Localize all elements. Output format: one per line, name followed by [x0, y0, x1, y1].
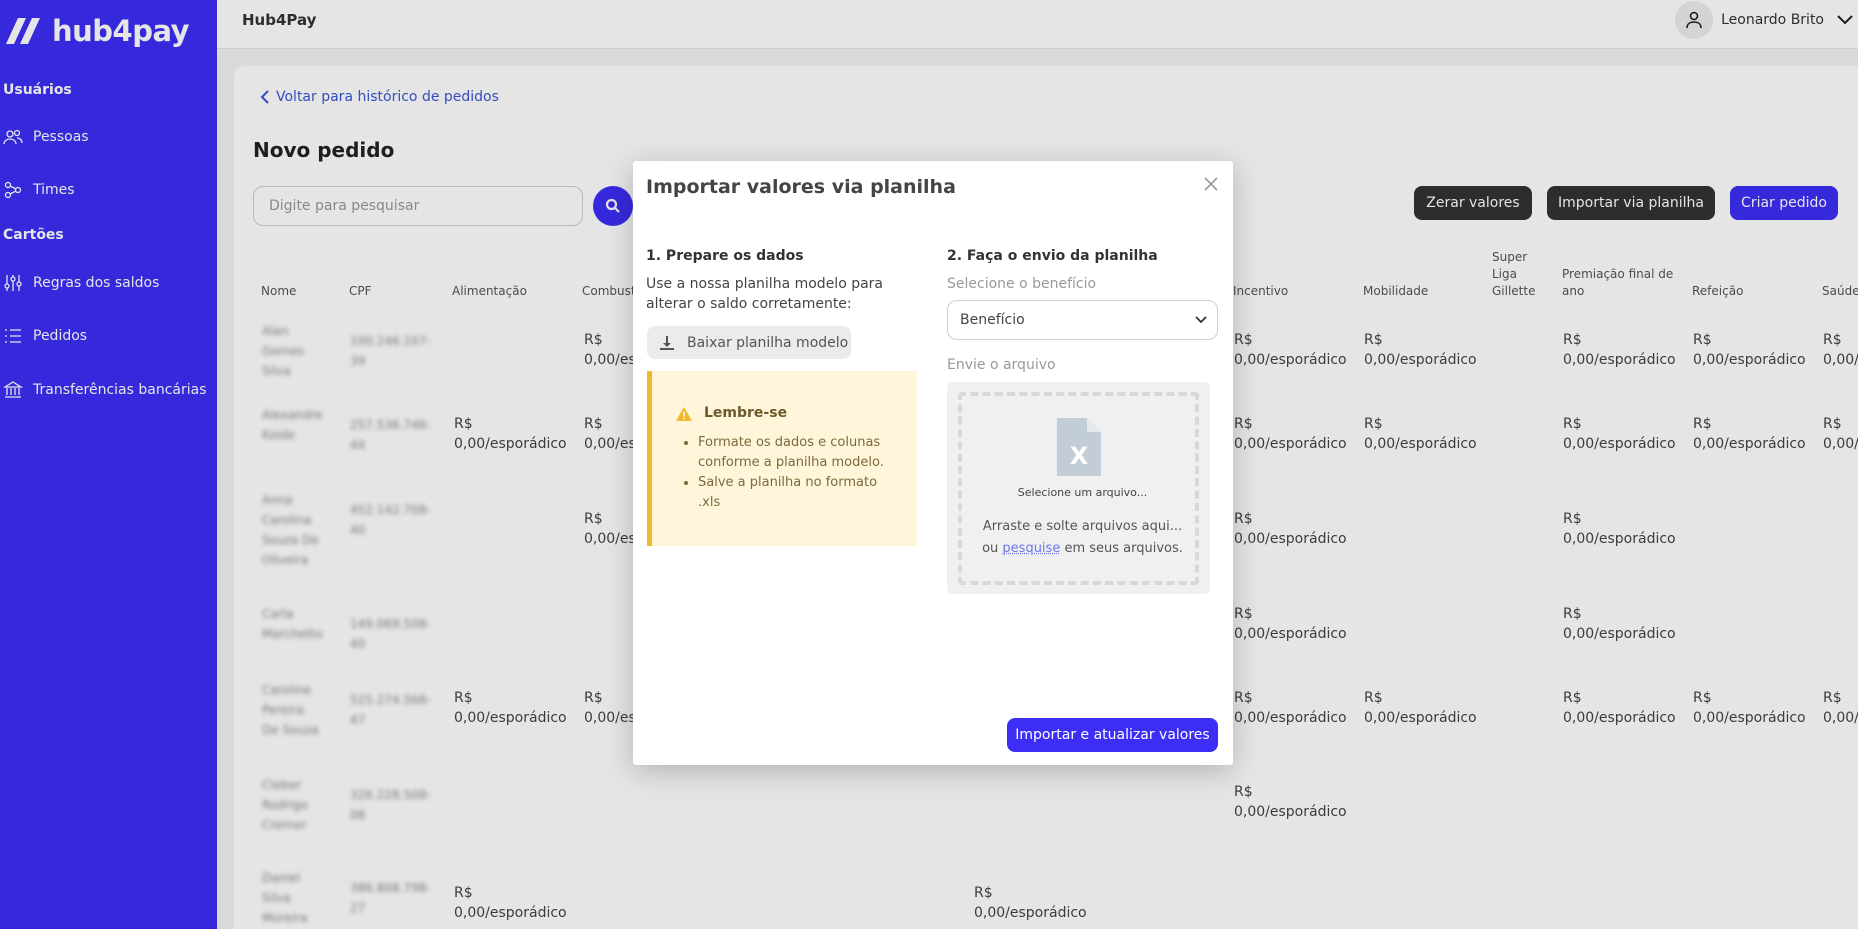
dropzone-line1: Arraste e solte arquivos aqui... [982, 519, 1183, 534]
file-dropzone[interactable]: X Selecione um arquivo... Arraste e solt… [947, 382, 1210, 594]
warning-icon [676, 407, 692, 421]
excel-file-icon: X [1057, 418, 1101, 476]
dropzone-instructions: Arraste e solte arquivos aqui... ou pesq… [962, 516, 1203, 560]
step1-title: 1. Prepare os dados [646, 248, 804, 264]
file-label: Envie o arquivo [947, 357, 1056, 373]
step2-title: 2. Faça o envio da planilha [947, 248, 1158, 264]
chevron-down-icon [1195, 316, 1207, 324]
dropzone-line2: ou pesquise em seus arquivos. [962, 538, 1203, 560]
alert-item: Formate os dados e colunas conforme a pl… [698, 433, 896, 473]
benefit-select-value: Benefício [960, 312, 1025, 328]
modal-title: Importar valores via planilha [646, 176, 956, 198]
step1-text: Use a nossa planilha modelo para alterar… [646, 276, 884, 312]
download-icon [660, 335, 674, 350]
alert-item: Salve a planilha no formato .xls [698, 473, 896, 513]
close-icon[interactable] [1198, 171, 1224, 197]
import-update-button[interactable]: Importar e atualizar valores [1007, 718, 1218, 752]
reminder-alert: Lembre-se Formate os dados e colunas con… [647, 371, 917, 546]
svg-text:X: X [1070, 442, 1089, 470]
benefit-select[interactable]: Benefício [947, 300, 1218, 340]
alert-list: Formate os dados e colunas conforme a pl… [686, 433, 896, 513]
download-template-button[interactable]: Baixar planilha modelo [647, 326, 851, 359]
dropzone-select-text: Selecione um arquivo... [1017, 486, 1148, 499]
dropzone-border: X Selecione um arquivo... Arraste e solt… [958, 392, 1199, 585]
dropzone-prefix: ou [982, 541, 999, 556]
alert-title: Lembre-se [704, 405, 788, 421]
download-label: Baixar planilha modelo [687, 334, 849, 351]
dropzone-suffix: em seus arquivos. [1064, 541, 1183, 556]
benefit-select-label: Selecione o benefício [947, 276, 1097, 292]
browse-files-link[interactable]: pesquise [1002, 541, 1060, 556]
import-modal: Importar valores via planilha 1. Prepare… [633, 161, 1233, 765]
